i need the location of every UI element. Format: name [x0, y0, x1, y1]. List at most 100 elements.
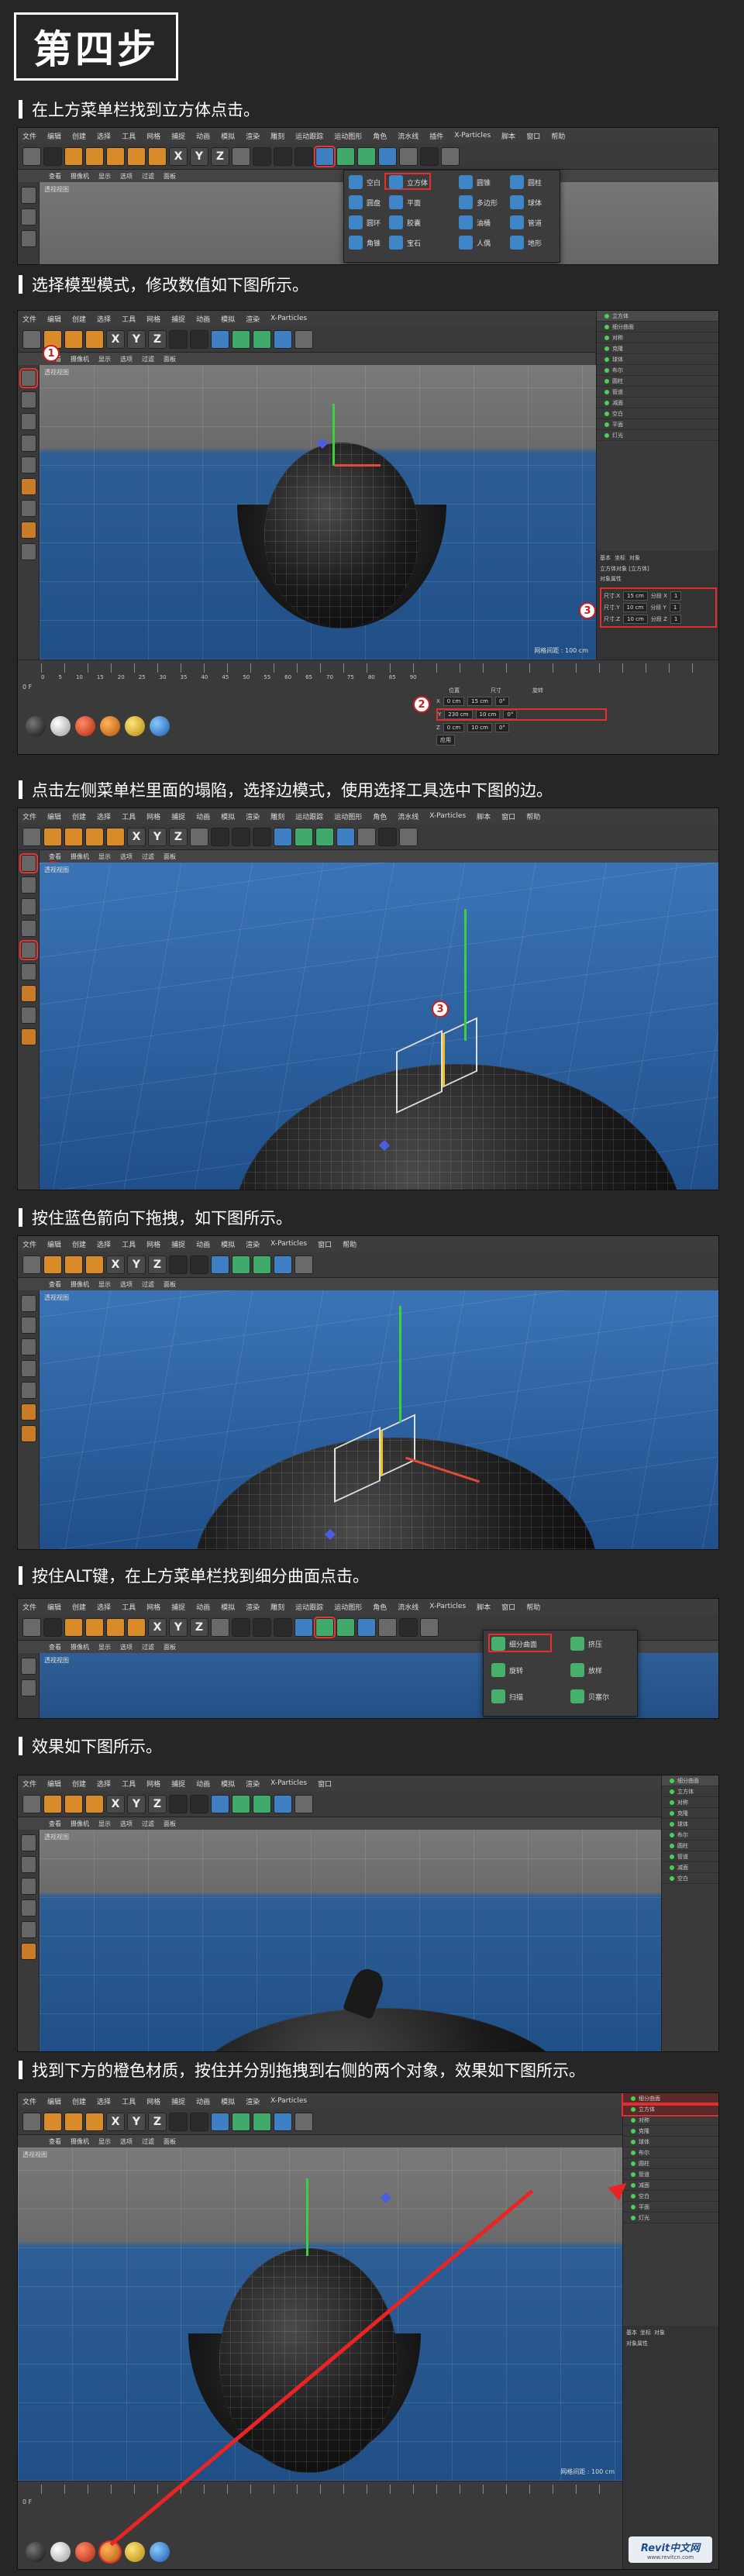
rot-y-field[interactable]: 0°	[503, 710, 518, 719]
object-row[interactable]: 布尔	[623, 2147, 718, 2158]
object-row[interactable]: 布尔	[662, 1830, 718, 1841]
object-row[interactable]: 球体	[597, 354, 718, 365]
size-y-coord[interactable]: 10 cm	[475, 710, 501, 719]
texture-mode-icon[interactable]	[20, 230, 36, 247]
prim-torus[interactable]: 圆环	[349, 215, 381, 229]
object-row[interactable]: 减面	[623, 2180, 718, 2191]
coordinate-system-icon[interactable]	[190, 827, 208, 846]
menu-pipeline[interactable]: 流水线	[398, 131, 418, 141]
size-x-coord[interactable]: 15 cm	[467, 697, 492, 706]
render-view-icon[interactable]	[211, 827, 229, 846]
x-axis-toggle[interactable]: X	[127, 827, 146, 846]
attr-tab-object[interactable]: 对象	[629, 554, 640, 562]
size-x-field[interactable]: 15 cm	[623, 591, 648, 601]
menu-animate[interactable]: 动画	[196, 314, 210, 324]
x-axis-toggle[interactable]: X	[106, 1794, 125, 1813]
rotate-icon[interactable]	[85, 1255, 104, 1274]
workplane-icon[interactable]	[20, 543, 36, 560]
object-row[interactable]: 平面	[623, 2202, 718, 2213]
z-axis-toggle[interactable]: Z	[148, 1794, 167, 1813]
menu-motion-tracking[interactable]: 运动跟踪	[295, 131, 323, 141]
render-picture-icon[interactable]	[232, 827, 250, 846]
undo-icon[interactable]	[22, 1794, 41, 1813]
object-row[interactable]: 球体	[662, 1819, 718, 1830]
snap-icon[interactable]	[20, 1028, 36, 1045]
deformer-icon[interactable]	[274, 2112, 292, 2131]
object-row[interactable]: 克隆	[662, 1808, 718, 1819]
snap-icon[interactable]	[20, 522, 36, 539]
light-icon[interactable]	[294, 329, 313, 349]
x-axis-toggle[interactable]: X	[106, 1255, 125, 1274]
floor-icon[interactable]	[357, 827, 376, 846]
rotate-icon[interactable]	[127, 1617, 146, 1637]
vp-menu-filter[interactable]: 过滤	[142, 172, 154, 181]
live-select-icon[interactable]	[64, 146, 83, 166]
menu-file[interactable]: 文件	[22, 131, 36, 141]
cube-icon[interactable]	[274, 827, 292, 846]
axis-mode-icon[interactable]	[20, 1403, 36, 1421]
material-white[interactable]	[50, 716, 71, 736]
menu-file[interactable]: 文件	[22, 314, 36, 324]
scale-icon[interactable]	[64, 329, 83, 349]
viewport-3[interactable]: 透视视图 3	[40, 863, 718, 1190]
menu-plugins[interactable]: 插件	[429, 131, 443, 141]
object-row[interactable]: 立方体	[597, 311, 718, 322]
render-view-icon[interactable]	[169, 2112, 188, 2131]
render-view-icon[interactable]	[169, 1794, 188, 1813]
timeline-ruler[interactable]	[41, 663, 712, 673]
model-mode-icon[interactable]	[20, 1679, 36, 1696]
render-settings-icon[interactable]	[253, 827, 271, 846]
render-view-icon[interactable]	[232, 1617, 250, 1637]
object-row[interactable]: 布尔	[597, 365, 718, 376]
polygons-mode-icon[interactable]	[20, 456, 36, 474]
gen-extrude[interactable]: 挤压	[570, 1637, 602, 1651]
object-row[interactable]: 减面	[597, 398, 718, 408]
subdivision-surface-icon[interactable]	[232, 329, 250, 349]
polygons-mode-icon[interactable]	[20, 1921, 36, 1938]
tweak-mode-icon[interactable]	[20, 500, 36, 517]
material-orange[interactable]	[100, 716, 120, 736]
points-mode-icon[interactable]	[20, 1878, 36, 1895]
object-row[interactable]: 空白	[662, 1873, 718, 1884]
y-axis-toggle[interactable]: Y	[127, 1794, 146, 1813]
menu-help[interactable]: 帮助	[551, 131, 565, 141]
z-axis-toggle[interactable]: Z	[211, 146, 229, 166]
deformer-icon[interactable]	[274, 1794, 292, 1813]
menu-snap[interactable]: 捕捉	[171, 314, 185, 324]
array-icon[interactable]	[253, 1255, 271, 1274]
scale-icon[interactable]	[64, 1255, 83, 1274]
prim-figure[interactable]: 人偶	[459, 236, 491, 250]
render-settings-icon[interactable]	[190, 1255, 208, 1274]
egg-top-smoothed[interactable]	[179, 2008, 582, 2051]
texture-mode-icon[interactable]	[20, 391, 36, 408]
prim-null[interactable]: 空白	[349, 175, 381, 189]
move-icon[interactable]	[43, 1794, 62, 1813]
subdivision-surface-icon[interactable]	[232, 2112, 250, 2131]
z-axis-toggle[interactable]: Z	[190, 1617, 208, 1637]
material-black[interactable]	[26, 2542, 46, 2562]
object-row[interactable]: 圆柱	[597, 376, 718, 387]
render-settings-icon[interactable]	[274, 1617, 292, 1637]
size-z-field[interactable]: 10 cm	[623, 615, 648, 624]
texture-mode-icon[interactable]	[20, 898, 36, 915]
object-row[interactable]: 灯光	[623, 2213, 718, 2223]
model-mode-icon[interactable]	[20, 876, 36, 894]
tweak-mode-icon[interactable]	[20, 1007, 36, 1024]
object-row[interactable]: 对称	[597, 332, 718, 343]
object-row[interactable]: 平面	[597, 419, 718, 430]
make-editable-icon[interactable]	[20, 1295, 36, 1312]
egg-top-closeup[interactable]	[233, 1064, 683, 1190]
z-axis-toggle[interactable]: Z	[169, 827, 188, 846]
cube-icon[interactable]	[294, 1617, 313, 1637]
size-z-coord[interactable]: 10 cm	[467, 723, 492, 732]
light-icon[interactable]	[294, 1794, 313, 1813]
rot-x-field[interactable]: 0°	[494, 697, 509, 706]
prim-disc[interactable]: 圆盘	[349, 195, 381, 209]
x-axis-toggle[interactable]: X	[106, 329, 125, 349]
vp-menu-camera[interactable]: 摄像机	[71, 172, 89, 181]
object-row[interactable]: 克隆	[623, 2126, 718, 2137]
pos-y-field[interactable]: 230 cm	[444, 710, 473, 719]
prim-pyramid[interactable]: 角锥	[349, 236, 381, 250]
cube-icon[interactable]	[211, 1794, 229, 1813]
y-axis-toggle[interactable]: Y	[127, 2112, 146, 2131]
